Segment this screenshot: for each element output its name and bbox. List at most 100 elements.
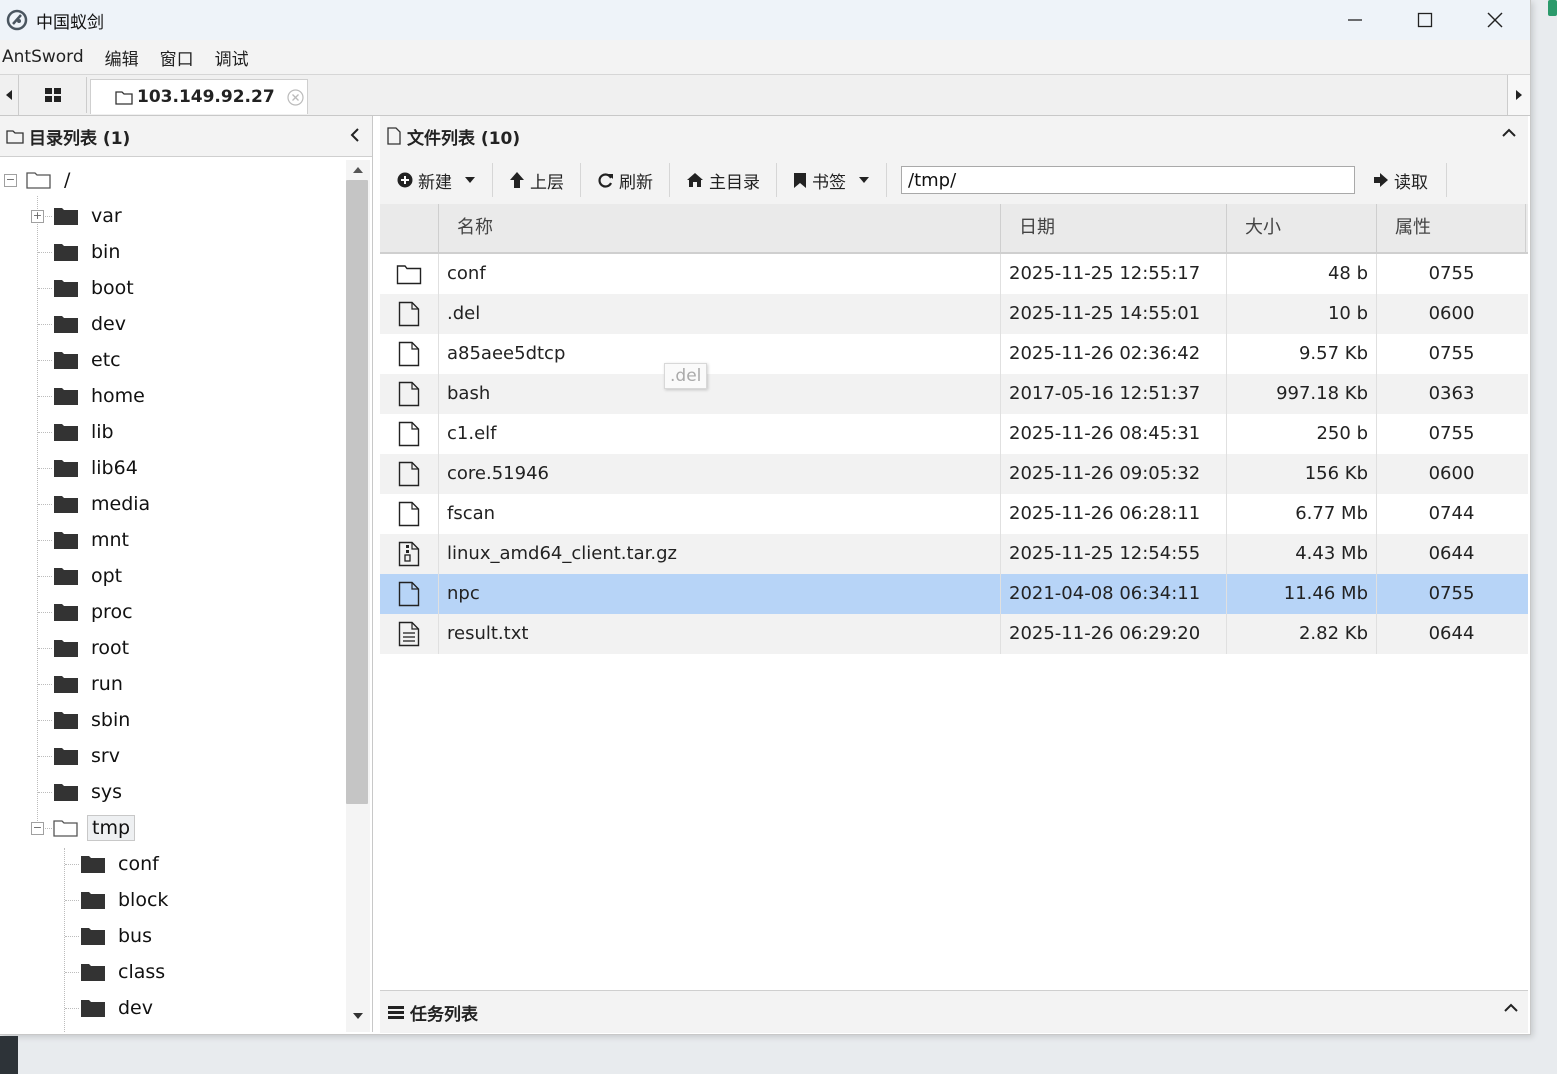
new-button[interactable]: 新建 <box>380 163 493 197</box>
tree-item-mnt[interactable]: mnt <box>53 522 133 558</box>
file-row[interactable]: c1.elf 2025-11-26 08:45:31 250 b 0755 <box>380 414 1528 454</box>
minimize-button[interactable] <box>1320 0 1390 40</box>
tree-item-dev[interactable]: dev <box>53 306 130 342</box>
tree-item-label: / <box>64 169 71 191</box>
file-panel-title: 文件列表 (10) <box>407 128 521 149</box>
caret-down-icon <box>858 176 870 184</box>
tree-item-proc[interactable]: proc <box>53 594 137 630</box>
file-row[interactable]: linux_amd64_client.tar.gz 2025-11-25 12:5… <box>380 534 1528 574</box>
file-size: 156 Kb <box>1226 454 1376 494</box>
tree-item-tmp-dev[interactable]: dev <box>80 990 157 1026</box>
folder-icon <box>53 458 79 478</box>
tree-item-etc[interactable]: etc <box>53 342 125 378</box>
tree-item-label: media <box>91 493 151 515</box>
antsword-window: 中国蚁剑 AntSword 编辑 窗口 调试 103.149.92.27 目录列… <box>0 0 1531 1035</box>
taskbar-edge <box>0 1036 18 1074</box>
folder-icon <box>53 566 79 586</box>
bookmark-button[interactable]: 书签 <box>777 163 887 197</box>
tree-item-srv[interactable]: srv <box>53 738 124 774</box>
up-button[interactable]: 上层 <box>493 163 581 197</box>
close-window-button[interactable] <box>1460 0 1530 40</box>
file-row[interactable]: .del 2025-11-25 14:55:01 10 b 0600 <box>380 294 1528 334</box>
tab-close-button[interactable] <box>287 88 304 106</box>
column-header-attr[interactable]: 属性 <box>1376 204 1526 252</box>
refresh-button[interactable]: 刷新 <box>581 163 670 197</box>
tab-scroll-left-button[interactable] <box>0 75 19 115</box>
tree-item-tmp-bus[interactable]: bus <box>80 918 156 954</box>
tab-host[interactable]: 103.149.92.27 <box>90 79 308 114</box>
tree-expand-toggle[interactable]: + <box>31 210 44 223</box>
folder-icon <box>53 386 79 406</box>
tree-scrollbar-thumb[interactable] <box>346 180 368 804</box>
tree-item-lib64[interactable]: lib64 <box>53 450 142 486</box>
menu-debug[interactable]: 调试 <box>213 45 258 70</box>
folder-icon <box>53 710 79 730</box>
tree-collapse-toggle[interactable]: − <box>31 822 44 835</box>
title-bar[interactable]: 中国蚁剑 <box>0 0 1530 40</box>
tree-item-sys[interactable]: sys <box>53 774 126 810</box>
tree-item-tmp-class[interactable]: class <box>80 954 169 990</box>
maximize-icon <box>1417 12 1433 28</box>
folder-icon <box>53 602 79 622</box>
tree-item-label: root <box>91 637 130 659</box>
file-size: 2.82 Kb <box>1226 614 1376 654</box>
file-row[interactable]: npc 2021-04-08 06:34:11 11.46 Mb 0755 <box>380 574 1528 614</box>
scroll-down-button[interactable] <box>352 1012 364 1020</box>
file-date: 2025-11-25 14:55:01 <box>1000 294 1226 334</box>
file-row[interactable]: result.txt 2025-11-26 06:29:20 2.82 Kb 0644 <box>380 614 1528 654</box>
tab-scroll-right-button[interactable] <box>1507 75 1530 115</box>
file-name: conf <box>438 254 1000 294</box>
column-header-name[interactable]: 名称 <box>438 204 1000 252</box>
file-row[interactable]: core.51946 2025-11-26 09:05:32 156 Kb 0600 <box>380 454 1528 494</box>
collapse-file-panel-button[interactable] <box>1502 128 1516 138</box>
folder-icon <box>80 854 106 874</box>
folder-icon <box>380 254 438 294</box>
tree-item-root[interactable]: / <box>26 162 74 198</box>
tree-item-run[interactable]: run <box>53 666 127 702</box>
tree-item-bin[interactable]: bin <box>53 234 124 270</box>
tree-item-sbin[interactable]: sbin <box>53 702 134 738</box>
file-row[interactable]: conf 2025-11-25 12:55:17 48 b 0755 <box>380 254 1528 294</box>
tree-item-label: mnt <box>91 529 129 551</box>
tree-item-boot[interactable]: boot <box>53 270 138 306</box>
tree-item-var[interactable]: var <box>53 198 126 234</box>
tree-collapse-toggle[interactable]: − <box>4 174 17 187</box>
minimize-icon <box>1348 19 1362 21</box>
tree-item-label: tmp <box>87 815 136 841</box>
caret-right-icon <box>1516 90 1522 100</box>
tree-item-tmp-block[interactable]: block <box>80 882 172 918</box>
tree-item-opt[interactable]: opt <box>53 558 126 594</box>
tree-item-tmp[interactable]: tmp <box>53 810 136 846</box>
file-row[interactable]: bash 2017-05-16 12:51:37 997.18 Kb 0363 <box>380 374 1528 414</box>
read-button[interactable]: 读取 <box>1373 163 1447 197</box>
file-name: c1.elf <box>438 414 1000 454</box>
tab-home[interactable] <box>20 77 87 113</box>
caret-down-icon <box>353 1013 363 1019</box>
path-input[interactable]: /tmp/ <box>901 166 1355 194</box>
tree-item-media[interactable]: media <box>53 486 154 522</box>
home-dir-button[interactable]: 主目录 <box>670 163 777 197</box>
file-date: 2025-11-26 02:36:42 <box>1000 334 1226 374</box>
tree-item-lib[interactable]: lib <box>53 414 118 450</box>
column-header-date[interactable]: 日期 <box>1000 204 1226 252</box>
maximize-button[interactable] <box>1390 0 1460 40</box>
collapse-panel-button[interactable] <box>350 128 360 142</box>
menu-antsword[interactable]: AntSword <box>0 47 93 67</box>
scroll-up-button[interactable] <box>352 166 364 174</box>
menu-edit[interactable]: 编辑 <box>103 45 148 70</box>
tree-item-tmp-conf[interactable]: conf <box>80 846 163 882</box>
file-row[interactable]: a85aee5dtcp 2025-11-26 02:36:42 9.57 Kb 075… <box>380 334 1528 374</box>
tree-item-home[interactable]: home <box>53 378 149 414</box>
tree-item-label: lib64 <box>91 457 138 479</box>
tree-item-label: run <box>91 673 123 695</box>
tree-item-root[interactable]: root <box>53 630 133 666</box>
expand-task-panel-button[interactable] <box>1504 1003 1518 1013</box>
tree-item-label: lib <box>91 421 114 443</box>
background-window-edge <box>1548 0 1557 16</box>
tree-item-label: dev <box>91 313 126 335</box>
file-attr: 0755 <box>1376 414 1526 454</box>
column-header-size[interactable]: 大小 <box>1226 204 1376 252</box>
menu-window[interactable]: 窗口 <box>158 45 203 70</box>
file-row[interactable]: fscan 2025-11-26 06:28:11 6.77 Mb 0744 <box>380 494 1528 534</box>
file-grid-body: conf 2025-11-25 12:55:17 48 b 0755 .del 2025-… <box>380 254 1528 654</box>
